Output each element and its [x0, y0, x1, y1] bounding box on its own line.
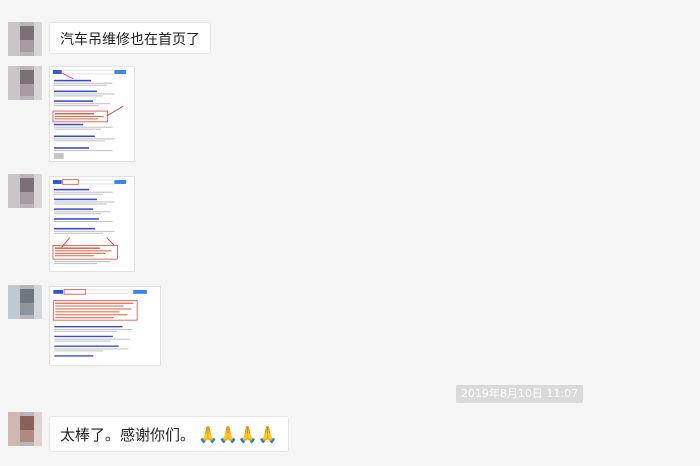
avatar[interactable] — [8, 66, 42, 100]
image-message[interactable] — [49, 66, 135, 162]
message-bubble[interactable]: 汽车吊维修也在首页了 — [49, 22, 211, 54]
image-message[interactable] — [49, 286, 161, 366]
avatar[interactable] — [8, 412, 42, 446]
timestamp: 2019年8月10日 11:07 — [456, 385, 583, 403]
message-text: 汽车吊维修也在首页了 — [60, 32, 200, 48]
praying-hands-emoji: 🙏🙏🙏🙏 — [198, 425, 278, 444]
message-bubble[interactable]: 太棒了。感谢你们。 🙏🙏🙏🙏 — [49, 416, 289, 452]
avatar[interactable] — [8, 22, 42, 56]
search-results-thumbnail — [50, 287, 160, 365]
message-text: 太棒了。感谢你们。 — [60, 426, 196, 444]
search-results-thumbnail — [50, 177, 134, 271]
image-message[interactable] — [49, 176, 135, 272]
avatar[interactable] — [8, 174, 42, 208]
search-results-thumbnail — [50, 67, 134, 161]
chat-window: 汽车吊维修也在首页了 2019年8月10日 11:07 太棒了。感谢你们。 🙏🙏… — [0, 0, 700, 466]
avatar[interactable] — [8, 285, 42, 319]
